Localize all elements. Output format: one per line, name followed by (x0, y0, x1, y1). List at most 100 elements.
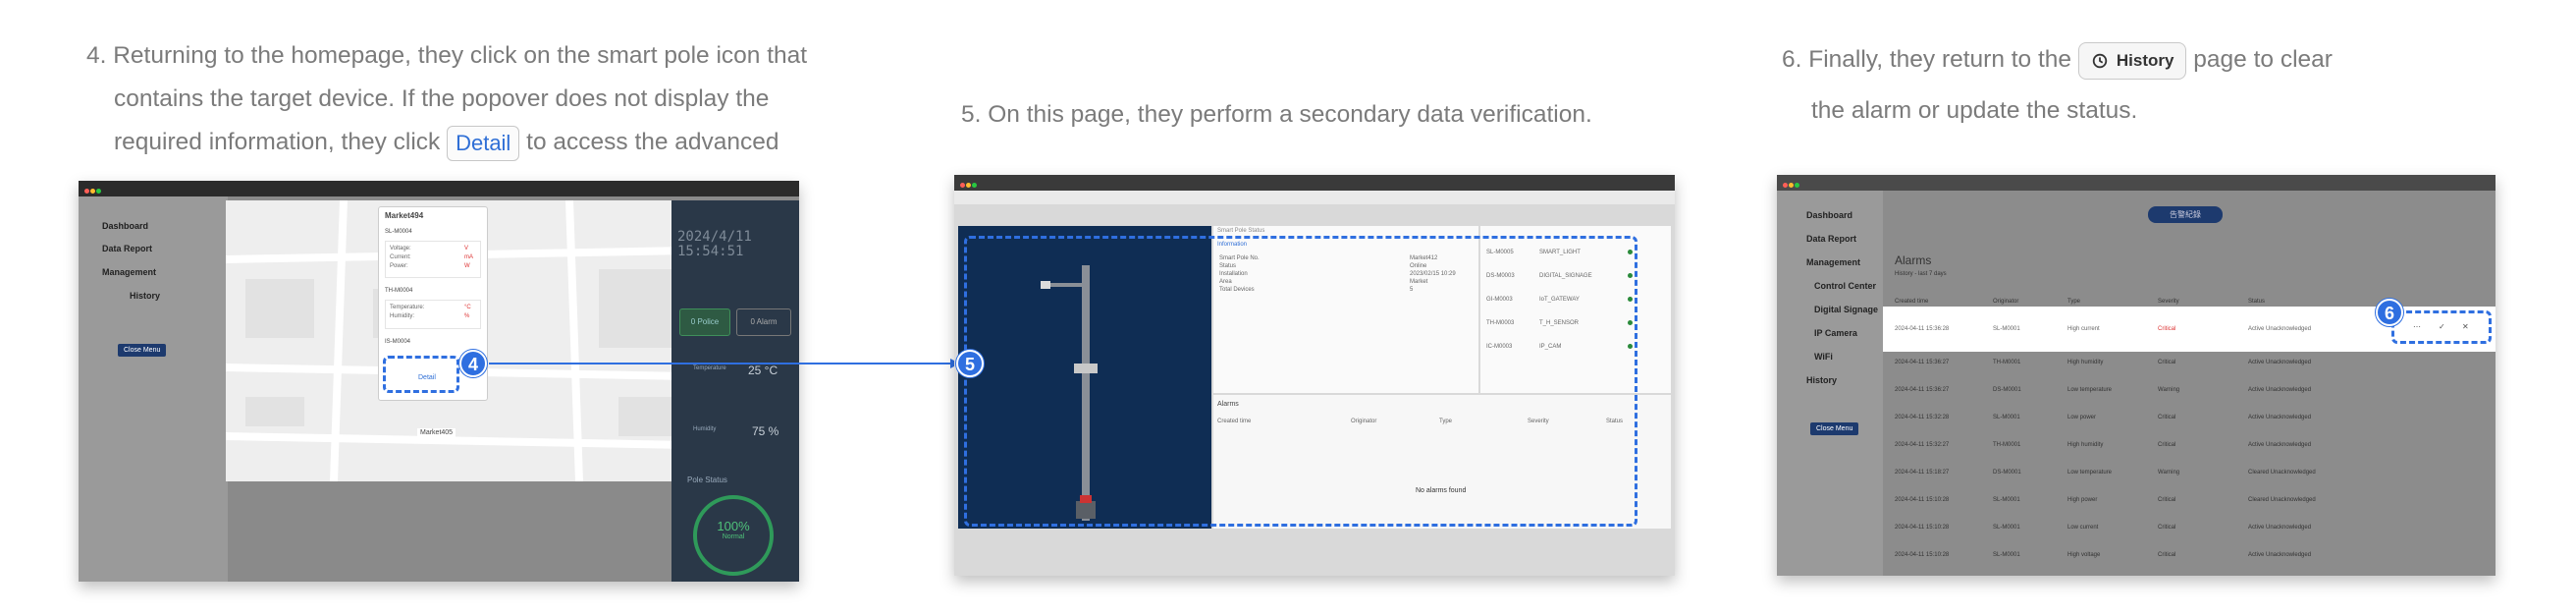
cell-time: 2024-04-11 15:32:27 (1895, 442, 1950, 448)
cell-time: 2024-04-11 15:10:28 (1895, 552, 1950, 558)
value-voltage-unit: V (464, 246, 469, 252)
cell-severity: Critical (2158, 525, 2176, 531)
step-6-text: 6. Finally, they return to the History p… (1782, 39, 2390, 132)
sidebar: Dashboard Data Report Management Control… (1777, 191, 1883, 576)
step-4-line-2: contains the target device. If the popov… (114, 85, 770, 112)
gauge-label: Normal (722, 533, 745, 540)
gauge-value: 100% (717, 519, 750, 533)
close-menu-button[interactable]: Close Menu (118, 344, 167, 357)
sidebar-item-history[interactable]: History (1806, 375, 1837, 385)
humidity-value: 75 % (752, 424, 779, 438)
time-filter[interactable]: History - last 7 days (1895, 271, 1947, 277)
cell-originator: SL-M0001 (1993, 525, 2020, 531)
cell-type: Low temperature (2067, 387, 2113, 393)
sidebar-item-management[interactable]: Management (102, 267, 156, 277)
panel-title: Smart Pole Status (1217, 228, 1265, 234)
map-area[interactable]: Market494 SL-M0004 Voltage: Current: Pow… (225, 199, 737, 482)
step-4-line-3: required information, they click Detail … (86, 122, 891, 163)
close-menu-button[interactable]: Close Menu (1810, 422, 1859, 435)
sidebar-item-data-report[interactable]: Data Report (102, 244, 152, 253)
cell-time: 2024-04-11 15:36:27 (1895, 387, 1950, 393)
history-icon (2092, 53, 2108, 68)
col-status: Status (2248, 299, 2266, 305)
sidebar-item-history[interactable]: History (130, 291, 160, 301)
map-marker-label[interactable]: Market405 (417, 428, 456, 437)
cell-originator: TH-M0001 (1993, 442, 2021, 448)
cell-type: Low current (2067, 525, 2099, 531)
cell-type: High humidity (2067, 360, 2104, 365)
value-power-unit: W (464, 263, 470, 269)
alarm-record-button[interactable]: 告警紀錄 (2148, 206, 2223, 223)
cell-type: High voltage (2067, 552, 2101, 558)
history-pill-label: History (2116, 50, 2174, 70)
step-4-text: 4. Returning to the homepage, they click… (86, 35, 891, 163)
cell-severity: Warning (2158, 470, 2180, 476)
highlight-detail (383, 356, 459, 393)
cell-severity: Critical (2158, 326, 2176, 332)
step-badge-5: 5 (956, 350, 984, 377)
step-6-line-2: the alarm or update the status. (1811, 97, 2138, 124)
cell-time: 2024-04-11 15:36:27 (1895, 360, 1950, 365)
cell-originator: SL-M0001 (1993, 415, 2020, 420)
sidebar-item-wifi[interactable]: WiFi (1814, 352, 1833, 362)
status-gauge: 100% Normal (693, 495, 774, 576)
sidebar-item-ip-camera[interactable]: IP Camera (1814, 328, 1857, 338)
col-severity: Severity (2158, 299, 2179, 305)
step-6-line-1a: 6. Finally, they return to the (1782, 46, 2072, 73)
table-rows-dimmed: 2024-04-11 15:36:27 TH-M0001 High humidi… (1883, 352, 2496, 576)
alarm-button[interactable]: 0 Alarm (736, 308, 791, 336)
cell-status: Active Unacknowledged (2248, 552, 2312, 558)
cell-time: 2024-04-11 15:10:28 (1895, 497, 1950, 503)
step-4-line-3a: required information, they click (114, 129, 441, 155)
col-originator: Originator (1993, 299, 2019, 305)
cell-severity: Warning (2158, 387, 2180, 393)
alarms-title: Alarms (1895, 253, 1932, 267)
field-power: Power: (390, 263, 408, 269)
cell-severity: Critical (2158, 497, 2176, 503)
field-temperature: Temperature: (390, 305, 425, 310)
pole-status-label: Pole Status (687, 476, 727, 484)
cell-status: Active Unacknowledged (2248, 387, 2312, 393)
step-4-line-3b: to access the advanced (526, 129, 779, 155)
sidebar-item-dashboard[interactable]: Dashboard (102, 221, 148, 231)
humidity-label: Humidity (693, 426, 717, 432)
cell-status: Active Unacknowledged (2248, 525, 2312, 531)
device-2-card: Temperature: Humidity: °C % (385, 300, 481, 329)
cell-type: High current (2067, 326, 2100, 332)
sidebar-item-data-report[interactable]: Data Report (1806, 234, 1856, 244)
col-type: Type (2067, 299, 2081, 305)
popover-device-1: SL-M0004 (385, 229, 412, 235)
value-temperature-unit: °C (464, 305, 471, 310)
highlight-actions (2391, 310, 2492, 344)
history-pill: History (2077, 41, 2187, 80)
cell-time: 2024-04-11 15:32:28 (1895, 415, 1950, 420)
field-voltage: Voltage: (390, 246, 411, 252)
cell-originator: SL-M0001 (1993, 326, 2020, 332)
cell-severity: Critical (2158, 415, 2176, 420)
police-button[interactable]: 0 Police (679, 308, 730, 336)
cell-type: Low temperature (2067, 470, 2113, 476)
sidebar-item-management[interactable]: Management (1806, 257, 1860, 267)
cell-originator: DS-M0001 (1993, 470, 2021, 476)
sidebar-item-digital-signage[interactable]: Digital Signage (1814, 305, 1878, 314)
cell-originator: SL-M0001 (1993, 497, 2020, 503)
cell-severity: Critical (2158, 552, 2176, 558)
cell-severity: Critical (2158, 442, 2176, 448)
value-current-unit: mA (464, 254, 473, 260)
cell-time: 2024-04-11 15:18:27 (1895, 470, 1950, 476)
sidebar-item-dashboard[interactable]: Dashboard (1806, 210, 1852, 220)
col-created: Created time (1895, 299, 1929, 305)
clock: 2024/4/11 15:54:51 (677, 230, 752, 259)
screenshot-pole-detail: Smart Pole Status Information Smart Pole… (954, 175, 1675, 576)
field-current: Current: (390, 254, 411, 260)
cell-time: 2024-04-11 15:36:28 (1895, 326, 1950, 332)
cell-originator: DS-M0001 (1993, 387, 2021, 393)
sidebar: Dashboard Data Report Management History… (79, 196, 228, 582)
cell-time: 2024-04-11 15:10:28 (1895, 525, 1950, 531)
popover-title: Market494 (385, 211, 424, 220)
screenshot-homepage: Dashboard Data Report Management History… (79, 181, 799, 582)
cell-type: Low power (2067, 415, 2097, 420)
browser-titlebar (954, 175, 1675, 191)
sidebar-item-control-center[interactable]: Control Center (1814, 281, 1876, 291)
cell-status: Cleared Unacknowledged (2248, 497, 2316, 503)
